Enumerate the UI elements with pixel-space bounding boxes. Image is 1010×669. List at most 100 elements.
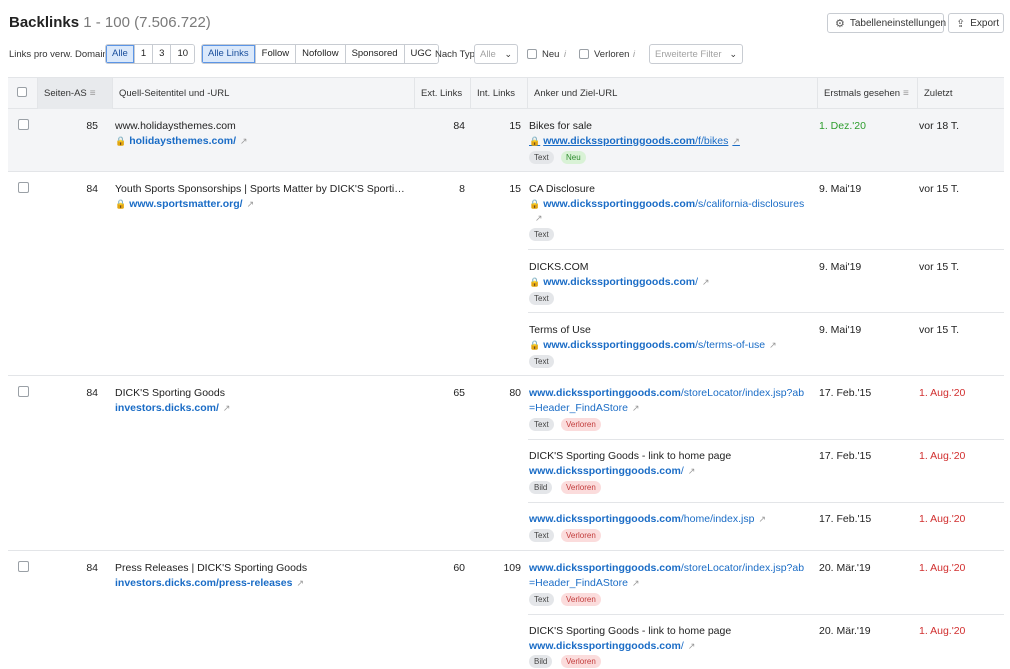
external-link-icon: ↗ [631,403,640,413]
row-checkbox[interactable] [18,386,29,397]
link-type-tag: Text [529,418,554,431]
target-url[interactable]: 🔒 www.dickssportinggoods.com/↗ [529,276,710,288]
anchor-text: Bikes for sale [529,120,593,132]
table-row: 84 Press Releases | DICK'S Sporting Good… [8,551,1004,669]
external-link-icon: ↗ [732,136,740,146]
last-seen-value: 1. Aug.'20 [919,387,966,399]
target-url[interactable]: 🔒 www.dickssportinggoods.com/s/terms-of-u… [529,339,777,351]
chevron-down-icon: ⌄ [729,48,737,59]
link-type-all[interactable]: Alle Links [202,45,256,63]
gear-icon: ⚙ [835,17,845,30]
anchor-text: Terms of Use [529,324,591,336]
links-per-domain-1[interactable]: 1 [134,45,154,63]
anchor-text: CA Disclosure [529,183,595,195]
lost-checkbox[interactable] [579,49,589,59]
first-seen-value: 20. Mär.'19 [819,625,871,637]
lock-icon: 🔒 [115,199,127,209]
link-type-ugc[interactable]: UGC [404,45,438,63]
external-link-icon: ↗ [687,641,696,651]
filter-bar: Links pro verw. Domain Alle 1 3 10 Alle … [0,44,1010,66]
link-divider [528,502,1004,503]
first-seen-value: 9. Mai'19 [819,261,862,273]
info-icon: i [564,49,566,59]
source-title: www.holidaysthemes.com [115,120,236,132]
first-seen-value: 20. Mär.'19 [819,562,871,574]
int-links-value: 80 [509,387,521,399]
link-divider [528,249,1004,250]
page-header: Backlinks 1 - 100 (7.506.722) ⚙ Tabellen… [0,0,1010,44]
target-url[interactable]: www.dickssportinggoods.com/↗ [529,640,695,652]
first-seen-value: 9. Mai'19 [819,183,862,195]
lost-tag: Verloren [561,593,601,606]
int-links-value: 15 [509,120,521,132]
external-link-icon: ↗ [769,340,777,350]
int-links-value: 109 [503,562,521,574]
by-type-select[interactable]: Alle ⌄ [474,44,518,64]
first-seen-value: 17. Feb.'15 [819,450,872,462]
table-row: 85 www.holidaysthemes.com 🔒 holidaystheme… [8,109,1004,172]
lock-icon: 🔒 [529,136,541,146]
row-checkbox[interactable] [18,182,29,193]
links-per-domain-3[interactable]: 3 [153,45,172,63]
source-title: Youth Sports Sponsorships | Sports Matte… [115,183,405,195]
source-url[interactable]: 🔒 holidaysthemes.com/↗ [115,135,248,147]
links-per-domain-10[interactable]: 10 [171,45,195,63]
anchor-text: DICK'S Sporting Goods - link to home pag… [529,450,732,462]
table-settings-button[interactable]: ⚙ Tabelleneinstellungen [827,13,946,33]
lost-label: Verloren [594,49,630,60]
target-url[interactable]: www.dickssportinggoods.com/home/index.js… [529,513,766,525]
column-ext-links[interactable]: Ext. Links [415,78,471,109]
link-divider [528,614,1004,615]
ext-links-value: 65 [453,387,465,399]
link-type-toggle: Alle Links Follow Nofollow Sponsored UGC [201,44,439,64]
link-type-sponsored[interactable]: Sponsored [345,45,405,63]
row-checkbox[interactable] [18,119,29,130]
external-link-icon: ↗ [222,403,231,413]
target-url[interactable]: www.dickssportinggoods.com/↗ [529,465,695,477]
select-all-checkbox[interactable] [17,87,27,97]
external-link-icon: ↗ [702,277,710,287]
page-as-value: 84 [86,183,98,195]
link-type-nofollow[interactable]: Nofollow [296,45,346,63]
row-checkbox[interactable] [18,561,29,572]
new-checkbox[interactable] [527,49,537,59]
table-row: 84 Youth Sports Sponsorships | Sports Ma… [8,172,1004,376]
source-url[interactable]: 🔒 www.sportsmatter.org/↗ [115,198,254,210]
link-type-tag: Bild [529,655,553,668]
lost-tag: Verloren [561,418,601,431]
target-url[interactable]: www.dickssportinggoods.com/storeLocator/… [529,562,804,574]
target-url-continued[interactable]: =Header_FindAStore ↗ [529,402,639,414]
ext-links-value: 84 [453,120,465,132]
column-first-seen[interactable]: Erstmals gesehen ≡ [818,78,918,109]
external-link-icon: ↗ [296,578,304,588]
export-button[interactable]: ⇪ Export [948,13,1004,33]
link-divider [528,312,1004,313]
last-seen-value: vor 15 T. [919,324,960,336]
target-url[interactable]: 🔒 www.dickssportinggoods.com/f/bikes ↗ [529,135,740,147]
last-seen-value: 1. Aug.'20 [919,562,966,574]
source-url[interactable]: investors.dicks.com/↗ [115,402,230,414]
advanced-filter-select[interactable]: Erweiterte Filter ⌄ [649,44,743,64]
column-last-seen[interactable]: Zuletzt gesehen≡ [918,78,1004,130]
column-int-links[interactable]: Int. Links [471,78,528,109]
ext-links-value: 60 [453,562,465,574]
link-type-follow[interactable]: Follow [255,45,297,63]
source-url[interactable]: investors.dicks.com/press-releases ↗ [115,577,304,589]
last-seen-value: vor 18 T. [919,120,960,132]
link-type-tag: Text [529,593,554,606]
new-label: Neu [542,49,560,60]
target-url[interactable]: 🔒 www.dickssportinggoods.com/s/california… [529,198,804,210]
sort-icon: ≡ [903,88,909,99]
links-per-domain-all[interactable]: Alle [106,45,135,63]
target-url-continued[interactable]: =Header_FindAStore ↗ [529,577,639,589]
ext-links-value: 8 [459,183,465,195]
column-page-as[interactable]: Seiten-AS ≡ [38,78,113,109]
target-url[interactable]: www.dickssportinggoods.com/storeLocator/… [529,387,804,399]
link-type-tag: Text [529,355,554,368]
external-link-icon: ↗ [535,213,543,223]
result-range: 1 - 100 (7.506.722) [83,14,211,31]
lost-tag: Verloren [561,655,601,668]
links-per-domain-toggle: Alle 1 3 10 [105,44,196,64]
first-seen-value: 17. Feb.'15 [819,387,872,399]
first-seen-value: 17. Feb.'15 [819,513,872,525]
